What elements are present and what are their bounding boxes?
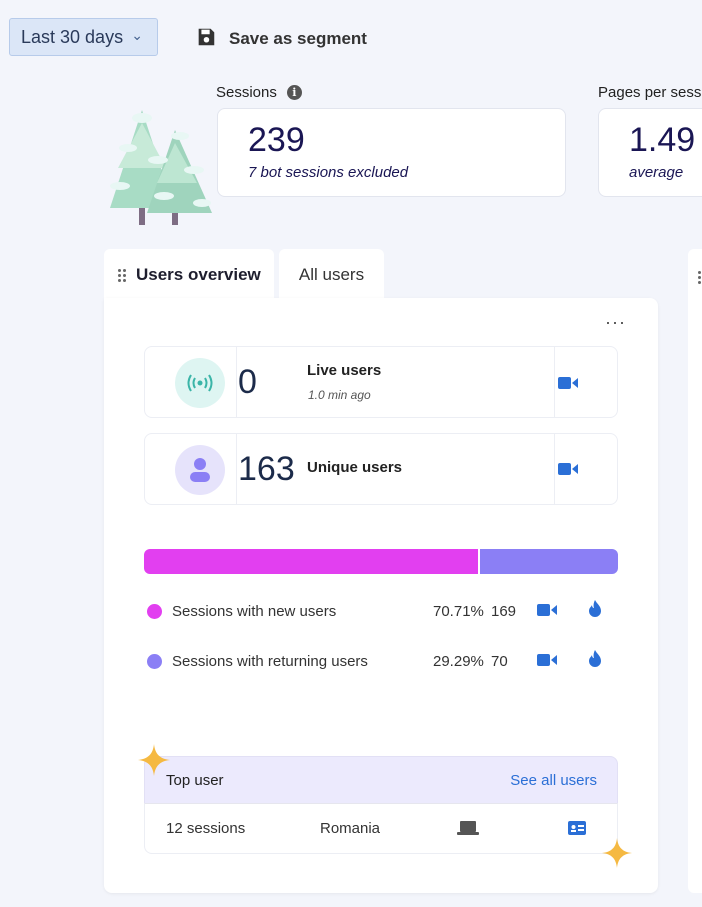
laptop-icon (457, 820, 479, 841)
top-user-header: Top user See all users (144, 756, 618, 803)
pages-per-session-value: 1.49 (629, 121, 696, 159)
returning-users-dot (147, 654, 162, 669)
date-range-dropdown[interactable]: Last 30 days ⌄ (9, 18, 158, 56)
next-panel-edge (688, 249, 702, 893)
top-user-country: Romania (320, 820, 381, 837)
tree-illustration (102, 108, 217, 226)
returning-users-bar[interactable] (480, 549, 618, 574)
sessions-card: 239 7 bot sessions excluded (217, 108, 566, 197)
video-icon[interactable] (558, 462, 578, 476)
date-range-label: Last 30 days (21, 26, 124, 47)
top-user-sessions: 12 sessions (166, 820, 246, 837)
drag-handle-icon[interactable] (698, 271, 702, 284)
drag-handle-icon[interactable] (118, 268, 126, 282)
see-all-users-link[interactable]: See all users (510, 772, 597, 789)
returning-users-percent: 29.29% (433, 653, 484, 670)
live-users-title: Live users (307, 362, 382, 379)
unique-users-row: 163 Unique users (144, 433, 618, 505)
new-users-legend-label: Sessions with new users (172, 603, 337, 620)
save-as-segment-label: Save as segment (229, 29, 367, 48)
sessions-label-row: Sessions i (216, 84, 302, 101)
sessions-label: Sessions (216, 84, 277, 101)
unique-users-title: Unique users (307, 459, 403, 476)
video-icon[interactable] (537, 653, 557, 667)
video-icon[interactable] (537, 603, 557, 617)
pages-per-session-card: 1.49 average (598, 108, 702, 197)
live-users-row: 0 Live users 1.0 min ago (144, 346, 618, 418)
sparkle-icon (138, 744, 170, 780)
sparkle-icon (602, 838, 632, 872)
save-as-segment-button[interactable]: Save as segment (195, 26, 367, 52)
top-user-title: Top user (166, 772, 224, 789)
pages-per-session-label: Pages per sessi (598, 84, 702, 101)
sessions-sub: 7 bot sessions excluded (248, 164, 409, 181)
new-users-bar[interactable] (144, 549, 478, 574)
contact-card-icon[interactable] (568, 821, 586, 840)
returning-users-count: 70 (491, 653, 508, 670)
new-users-dot (147, 604, 162, 619)
new-users-count: 169 (491, 603, 517, 620)
info-icon[interactable]: i (286, 85, 302, 100)
live-signal-icon (175, 358, 225, 408)
video-icon[interactable] (558, 376, 578, 390)
live-users-sub: 1.0 min ago (308, 388, 371, 402)
top-user-row[interactable]: 12 sessions Romania (144, 803, 618, 854)
sessions-value: 239 (248, 121, 305, 159)
chevron-down-icon: ⌄ (131, 27, 143, 43)
tab-users-overview-label: Users overview (136, 265, 261, 284)
tab-all-users-label: All users (298, 265, 365, 284)
more-icon[interactable]: ··· (605, 312, 626, 333)
save-icon (195, 26, 217, 53)
live-users-value: 0 (238, 363, 257, 401)
flame-icon[interactable] (588, 650, 602, 673)
unique-users-value: 163 (238, 450, 295, 488)
new-users-percent: 70.71% (433, 603, 484, 620)
pages-per-session-sub: average (629, 164, 684, 181)
user-icon (175, 445, 225, 495)
tab-users-overview[interactable]: Users overview (104, 249, 274, 301)
flame-icon[interactable] (588, 600, 602, 623)
returning-users-legend-label: Sessions with returning users (172, 653, 368, 670)
tab-all-users[interactable]: All users (279, 249, 384, 301)
